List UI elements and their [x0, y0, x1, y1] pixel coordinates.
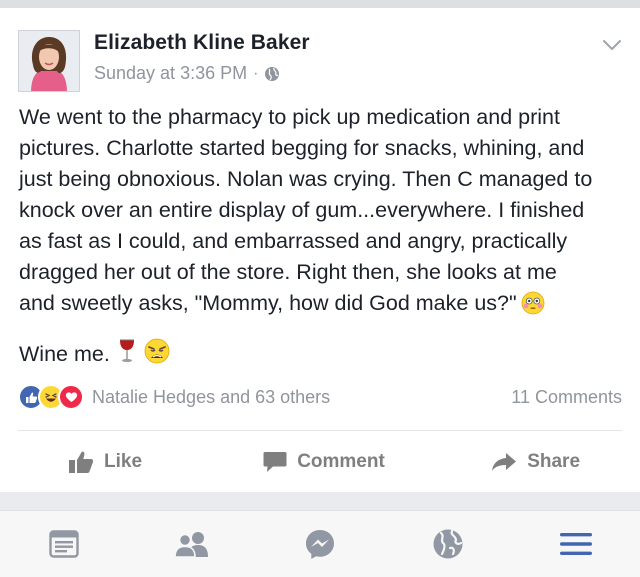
friends-icon — [174, 532, 208, 558]
closing-line: Wine me. — [19, 338, 170, 370]
body-line: just being obnoxious. Nolan was crying. … — [19, 167, 593, 191]
post-card: Elizabeth Kline Baker Sunday at 3:36 PM … — [0, 8, 640, 492]
author-name[interactable]: Elizabeth Kline Baker — [94, 31, 310, 55]
news-feed-tab[interactable] — [32, 524, 96, 564]
like-button[interactable]: Like — [0, 450, 239, 474]
comment-icon — [263, 452, 287, 472]
post-body: We went to the pharmacy to pick up medic… — [19, 102, 625, 319]
body-line: knock over an entire display of gum...ev… — [19, 198, 585, 222]
body-line: pictures. Charlotte started begging for … — [19, 136, 585, 160]
friends-tab[interactable] — [160, 524, 224, 564]
messenger-icon — [306, 530, 334, 559]
like-icon — [69, 451, 94, 473]
post-timestamp[interactable]: Sunday at 3:36 PM — [94, 63, 247, 84]
bottom-tab-bar — [0, 510, 640, 577]
reaction-names[interactable]: Natalie Hedges and 63 others — [92, 387, 330, 408]
share-button[interactable]: Share — [409, 451, 640, 473]
body-line: We went to the pharmacy to pick up medic… — [19, 105, 560, 129]
comment-count[interactable]: 11 Comments — [511, 387, 622, 408]
action-divider — [18, 430, 622, 431]
like-label: Like — [104, 451, 143, 472]
notifications-tab[interactable] — [416, 524, 480, 564]
share-icon — [492, 453, 517, 471]
top-divider — [0, 0, 640, 8]
body-line-last: and sweetly asks, "Mommy, how did God ma… — [19, 288, 625, 319]
notifications-globe-icon — [433, 529, 463, 559]
news-feed-icon — [49, 530, 79, 558]
comment-button[interactable]: Comment — [239, 451, 410, 473]
post-meta: Sunday at 3:36 PM · — [94, 63, 280, 84]
weary-face-emoji — [144, 338, 170, 370]
avatar[interactable] — [18, 30, 80, 92]
chevron-down-icon[interactable] — [602, 38, 622, 52]
closing-text: Wine me. — [19, 341, 110, 366]
action-bar: Like Comment Share — [0, 432, 640, 492]
reaction-icons — [18, 384, 84, 410]
body-line: dragged her out of the store. Right then… — [19, 260, 557, 284]
body-line: and sweetly asks, "Mommy, how did God ma… — [19, 291, 517, 315]
globe-icon — [264, 66, 280, 82]
menu-tab[interactable] — [544, 524, 608, 564]
avatar-photo — [19, 31, 79, 91]
share-label: Share — [527, 451, 581, 472]
wine-glass-emoji — [118, 338, 136, 370]
love-reaction-icon — [58, 384, 84, 410]
comment-label: Comment — [297, 451, 385, 472]
body-line: as fast as I could, and embarrassed and … — [19, 229, 568, 253]
flushed-face-emoji — [521, 291, 545, 315]
messenger-tab[interactable] — [288, 524, 352, 564]
menu-icon — [560, 533, 592, 555]
reactions-bar[interactable]: Natalie Hedges and 63 others 11 Comments — [18, 384, 622, 410]
meta-separator: · — [253, 64, 259, 82]
